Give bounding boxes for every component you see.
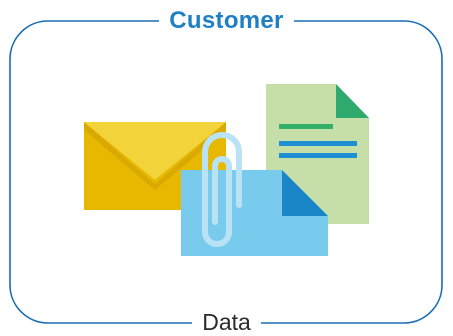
green-document-line-2 <box>279 141 357 146</box>
green-document-fold <box>336 84 369 118</box>
customer-data-diagram <box>9 20 443 324</box>
green-document-line-3 <box>279 153 357 158</box>
green-document-line-1 <box>279 124 333 129</box>
